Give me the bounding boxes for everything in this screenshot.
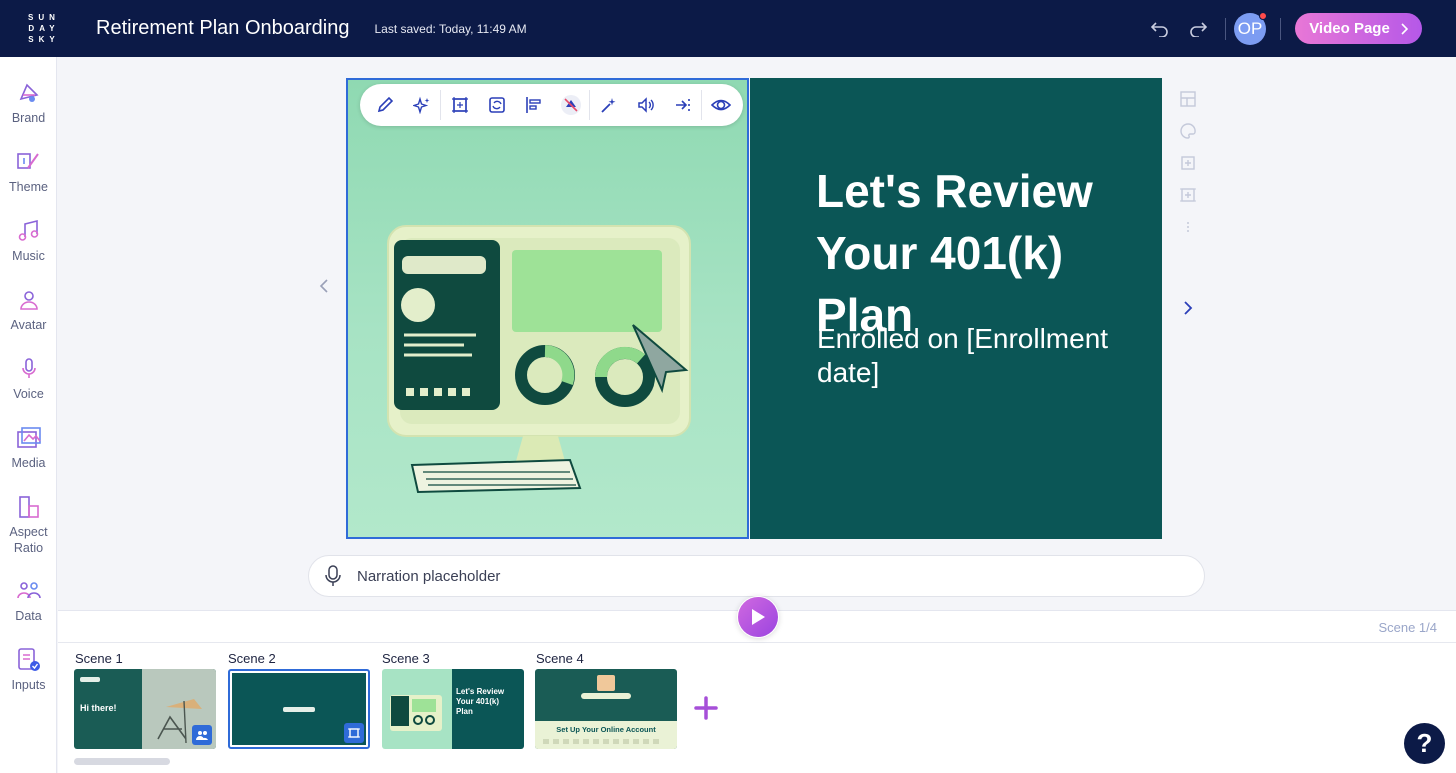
no-color-icon[interactable] [552,86,589,124]
notification-dot [1259,11,1267,20]
volume-icon[interactable] [627,86,664,124]
inputs-icon [15,646,43,674]
align-left-icon[interactable] [515,86,552,124]
scene-4-thumb-title: Set Up Your Online Account [556,725,656,734]
music-icon [15,217,43,245]
scene-1-avatar-badge-icon [192,725,212,745]
palette-icon[interactable] [1174,115,1202,147]
previous-scene-arrow[interactable] [314,276,334,296]
microphone-icon[interactable] [309,565,357,587]
play-button[interactable] [737,596,779,638]
scene-4-label: Scene 4 [536,651,584,666]
scene-preview: Let's Review Your 401(k) Plan Enrolled o… [346,78,1162,539]
add-scene-button[interactable] [690,692,722,724]
sidebar-item-voice[interactable]: Voice [0,355,57,402]
scene-headline[interactable]: Let's Review Your 401(k) Plan [816,160,1136,346]
scene-text-area[interactable]: Let's Review Your 401(k) Plan Enrolled o… [750,78,1162,539]
replace-media-icon[interactable] [478,86,515,124]
sidebar-item-aspect-ratio[interactable]: Aspect Ratio [0,493,57,556]
last-saved-status: Last saved: Today, 11:49 AM [374,21,527,36]
scene-2-thumbnail[interactable] [228,669,370,749]
sidebar-item-avatar[interactable]: Avatar [0,286,57,333]
scene-subline[interactable]: Enrolled on [Enrollment date] [817,322,1137,390]
sidebar-item-music[interactable]: Music [0,217,57,264]
data-icon [15,577,43,605]
ai-sparkle-icon[interactable] [403,86,440,124]
add-media-icon[interactable] [1174,179,1202,211]
layout-icon[interactable] [1174,83,1202,115]
voice-icon [15,355,43,383]
sidebar-item-brand[interactable]: Brand [0,79,57,126]
sundaysky-logo[interactable]: SUN DAY SKY [0,0,88,57]
aspect-ratio-icon [15,493,43,521]
visibility-eye-icon[interactable] [702,86,739,124]
top-bar: SUN DAY SKY Retirement Plan Onboarding Las… [0,0,1456,57]
computer-illustration [387,225,691,494]
brand-icon [15,79,43,107]
project-title[interactable]: Retirement Plan Onboarding [96,17,349,40]
scene-counter: Scene 1/4 [1378,620,1437,635]
next-scene-arrow[interactable] [1178,298,1198,318]
scene-1-label: Scene 1 [75,651,123,666]
narration-input[interactable]: Narration placeholder [308,555,1205,597]
media-icon [15,424,43,452]
chevron-right-icon [1401,22,1408,35]
sidebar-item-media[interactable]: Media [0,424,57,471]
crop-frame-icon[interactable] [441,86,478,124]
user-avatar[interactable]: OP [1234,11,1267,45]
sidebar: Brand Theme Music Avatar Voice Media Asp… [0,57,57,773]
scene-tools [1172,83,1204,243]
scene-1-thumbnail[interactable]: Hi there! [74,669,216,749]
transition-next-icon[interactable] [664,86,701,124]
theme-icon [15,148,43,176]
help-button[interactable]: ? [1404,723,1445,764]
sidebar-item-theme[interactable]: Theme [0,148,57,195]
animation-magic-icon[interactable] [590,86,627,124]
scene-3-thumbnail[interactable]: Let's Review Your 401(k) Plan [382,669,524,749]
timeline-scrollbar[interactable] [74,758,170,765]
redo-icon[interactable] [1185,16,1211,42]
sidebar-item-data[interactable]: Data [0,577,57,624]
more-options-icon[interactable] [1174,211,1202,243]
scene-image-placeholder[interactable] [346,78,749,539]
scene-3-thumb-title: Let's Review Your 401(k) Plan [456,687,505,716]
placeholder-toolbar [360,84,743,126]
scene-2-placeholder-badge-icon [344,723,364,743]
scene-3-label: Scene 3 [382,651,430,666]
edit-pencil-icon[interactable] [366,86,403,124]
sidebar-item-inputs[interactable]: Inputs [0,646,57,693]
add-placeholder-icon[interactable] [1174,147,1202,179]
scene-2-label: Scene 2 [228,651,276,666]
undo-icon[interactable] [1147,16,1173,42]
video-page-button[interactable]: Video Page [1295,13,1422,44]
scene-4-thumbnail[interactable]: Set Up Your Online Account [535,669,677,749]
scene-1-thumb-title: Hi there! [80,703,117,713]
play-icon [752,609,765,625]
avatar-icon [15,286,43,314]
plus-icon [694,696,718,720]
narration-placeholder: Narration placeholder [357,567,501,585]
